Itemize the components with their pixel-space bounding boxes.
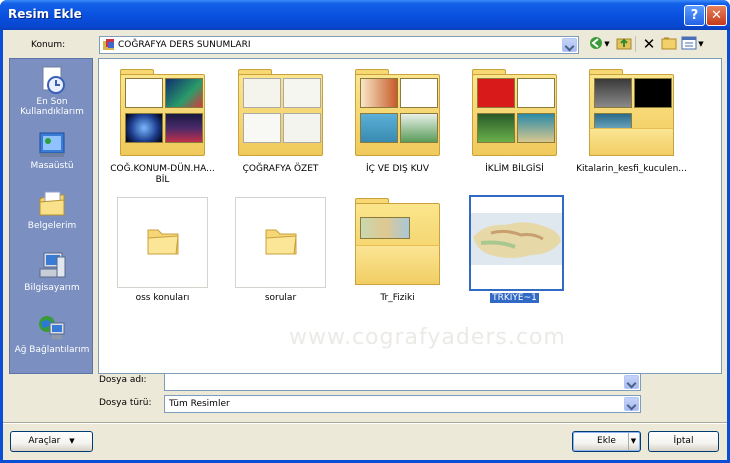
filetype-value: Tüm Resimler [169, 399, 230, 409]
place-network[interactable]: Ağ Bağlantılarım [10, 313, 94, 355]
window-title: Resim Ekle [8, 7, 82, 21]
item-caption: İKLİM BİLGİSİ [485, 164, 544, 174]
place-my-documents[interactable]: Belgelerim [10, 189, 94, 231]
toolbar-separator [635, 36, 636, 52]
item-caption: TRKİYE~1 [490, 293, 539, 303]
folder-item[interactable]: oss konuları [105, 197, 220, 317]
views-icon[interactable] [680, 36, 698, 52]
item-caption: ÇOĞRAFYA ÖZET [242, 164, 319, 174]
new-folder-icon[interactable] [660, 36, 678, 52]
folder-preview-thumbnail [352, 197, 443, 288]
cancel-button[interactable]: İptal [648, 431, 719, 452]
folder-item[interactable]: COĞ.KONUM-DÜN.HA... BİL [105, 68, 220, 188]
network-icon [37, 313, 67, 343]
folder-item[interactable]: ÇOĞRAFYA ÖZET [223, 68, 338, 188]
place-network-label: Ağ Bağlantılarım [14, 345, 90, 355]
my-documents-icon [37, 189, 67, 219]
folder-presentation-icon [103, 39, 114, 50]
help-button[interactable]: ? [684, 5, 705, 26]
filetype-select[interactable]: Tüm Resimler [164, 395, 641, 413]
folder-preview-thumbnail [469, 68, 560, 159]
place-my-computer[interactable]: Bilgisayarım [10, 251, 94, 293]
up-folder-icon[interactable] [615, 36, 633, 52]
item-caption: sorular [264, 293, 297, 303]
place-recent-label-1: En Son [36, 97, 68, 107]
item-caption: COĞ.KONUM-DÜN.HA... BİL [110, 164, 215, 185]
folder-thumbnail [117, 197, 208, 288]
image-item-selected[interactable]: TRKİYE~1 [457, 195, 572, 317]
folder-item[interactable]: sorular [223, 197, 338, 317]
insert-button[interactable]: Ekle ▼ [572, 431, 641, 452]
folder-item[interactable]: Tr_Fiziki [340, 197, 455, 317]
views-dropdown-icon[interactable]: ▼ [697, 36, 705, 52]
folder-icon [265, 229, 297, 255]
desktop-icon [37, 129, 67, 159]
tools-button[interactable]: Araçlar ▼ [10, 431, 93, 452]
location-label: Konum: [31, 40, 66, 50]
folder-preview-thumbnail [352, 68, 443, 159]
folder-item[interactable]: Kitalarin_kesfi_kuculen... [574, 68, 689, 188]
back-history-dropdown-icon[interactable]: ▼ [603, 36, 611, 52]
dialog-body: Konum: COĞRAFYA DERS SUNUMLARI ▼ ✕ ▼ En … [3, 30, 727, 460]
insert-dropdown-icon[interactable]: ▼ [628, 432, 638, 451]
folder-preview-thumbnail [586, 68, 677, 159]
location-value: COĞRAFYA DERS SUNUMLARI [118, 40, 251, 50]
folder-item[interactable]: İKLİM BİLGİSİ [457, 68, 572, 188]
item-caption: Tr_Fiziki [380, 293, 415, 303]
insert-picture-dialog: Resim Ekle ? ✕ Konum: COĞRAFYA DERS SUNU… [0, 0, 730, 463]
delete-icon[interactable]: ✕ [640, 36, 658, 52]
place-desktop-label: Masaüstü [30, 161, 74, 171]
filetype-dropdown-arrow[interactable] [624, 397, 639, 411]
places-bar: En Son Kullandıklarım Masaüstü Belgeleri… [9, 58, 93, 374]
place-my-computer-label: Bilgisayarım [24, 283, 80, 293]
filetype-label: Dosya türü: [99, 398, 152, 408]
filename-label: Dosya adı: [99, 375, 147, 385]
folder-preview-thumbnail [235, 68, 326, 159]
folder-thumbnail [235, 197, 326, 288]
place-recent[interactable]: En Son Kullandıklarım [10, 65, 94, 117]
title-bar[interactable]: Resim Ekle ? ✕ [0, 0, 730, 30]
filename-dropdown-arrow[interactable] [624, 375, 639, 389]
place-my-documents-label: Belgelerim [27, 221, 77, 231]
close-button[interactable]: ✕ [706, 5, 727, 26]
item-caption: oss konuları [135, 293, 190, 303]
folder-icon [147, 229, 179, 255]
file-list-pane[interactable]: COĞ.KONUM-DÜN.HA... BİL ÇOĞRAFYA ÖZET İÇ… [98, 58, 722, 374]
place-desktop[interactable]: Masaüstü [10, 129, 94, 171]
item-caption: İÇ VE DIŞ KUV [365, 164, 430, 174]
location-dropdown-arrow[interactable] [562, 38, 577, 52]
tools-dropdown-icon: ▼ [69, 437, 75, 445]
recent-documents-icon [37, 65, 67, 95]
item-caption: Kitalarin_kesfi_kuculen... [576, 164, 687, 174]
map-image-thumbnail [471, 197, 562, 288]
location-combo[interactable]: COĞRAFYA DERS SUNUMLARI [99, 36, 579, 54]
tools-button-label: Araçlar [28, 436, 61, 446]
folder-preview-thumbnail [117, 68, 208, 159]
my-computer-icon [37, 251, 67, 281]
folder-item[interactable]: İÇ VE DIŞ KUV [340, 68, 455, 188]
insert-button-label: Ekle [597, 436, 616, 446]
filename-input[interactable] [164, 373, 641, 391]
place-recent-label-2: Kullandıklarım [20, 107, 84, 117]
watermark-text: www.cografyaders.com [289, 325, 566, 350]
